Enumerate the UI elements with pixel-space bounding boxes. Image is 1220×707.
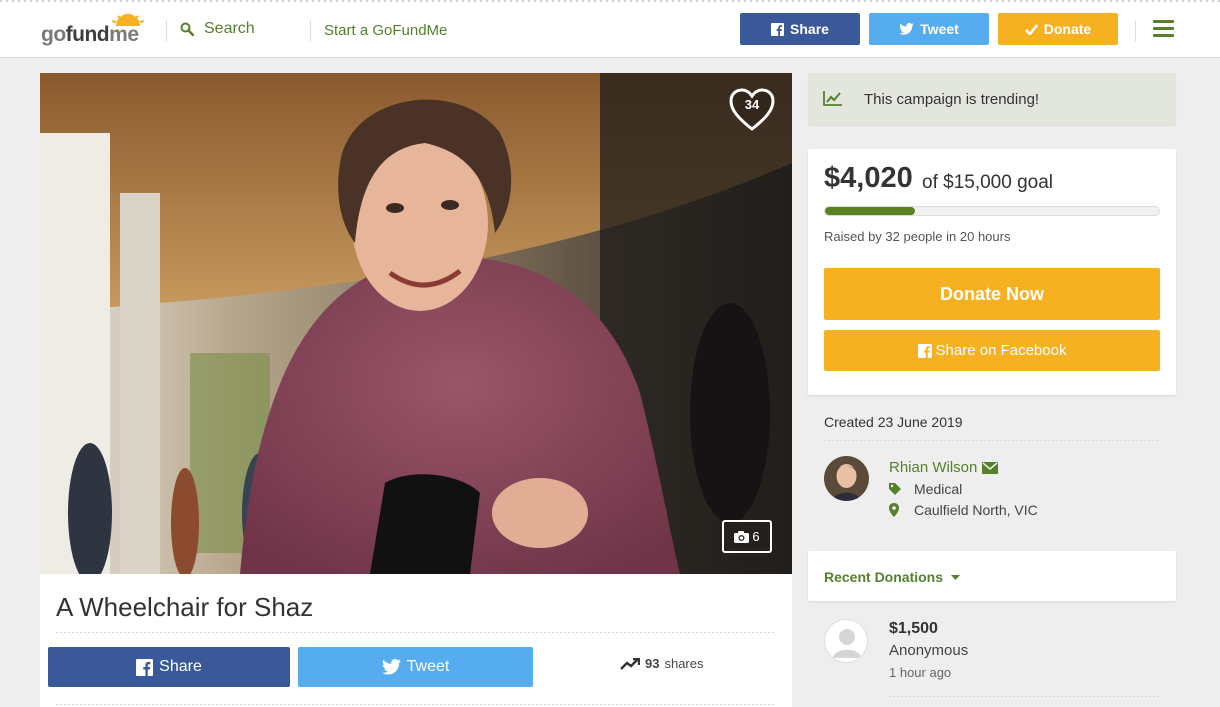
organizer-name: Rhian Wilson — [889, 459, 978, 476]
organizer-avatar[interactable] — [824, 456, 869, 501]
donation-amount: $1,500 — [889, 620, 938, 637]
recent-donations-toggle[interactable]: Recent Donations — [824, 569, 961, 585]
camera-icon — [734, 530, 750, 543]
share-count-number: 93 — [645, 656, 660, 671]
check-icon — [1024, 23, 1038, 35]
tag-icon — [889, 483, 914, 495]
facebook-icon — [771, 22, 785, 36]
progress-bar — [824, 206, 1160, 216]
twitter-icon — [381, 659, 401, 675]
campaign-title: A Wheelchair for Shaz — [56, 592, 314, 622]
donor-name: Anonymous — [889, 642, 969, 659]
created-date: Created 23 June 2019 — [824, 414, 963, 430]
progress-bar-fill — [825, 207, 915, 215]
amount-raised: $4,020 — [824, 162, 913, 194]
top-header: gofundme Search Start a GoFundMe Share T… — [0, 0, 1220, 58]
recent-donations-label: Recent Donations — [824, 569, 944, 585]
header-divider — [1135, 20, 1136, 42]
share-count: 93 shares — [620, 656, 704, 671]
recent-donations-header[interactable]: Recent Donations — [808, 551, 1176, 601]
divider — [56, 704, 776, 705]
share-on-facebook-button[interactable]: Share on Facebook — [824, 330, 1160, 371]
chart-line-icon — [823, 91, 842, 106]
search-icon — [180, 22, 194, 36]
photo-gallery-button[interactable]: 6 — [722, 520, 772, 553]
search-link[interactable]: Search — [180, 20, 255, 38]
category-label[interactable]: Medical — [914, 481, 962, 497]
organizer-photo — [824, 456, 869, 501]
donation-time: 1 hour ago — [889, 665, 952, 680]
map-marker-icon — [889, 503, 914, 517]
donor-avatar — [824, 619, 868, 663]
campaign-title-panel: A Wheelchair for Shaz Share Tweet 93 sha… — [40, 574, 792, 707]
trending-text: This campaign is trending! — [864, 91, 1040, 108]
raised-by-text: Raised by 32 people in 20 hours — [824, 229, 1011, 244]
campaign-share-label: Share — [159, 658, 202, 675]
header-share-label: Share — [790, 21, 829, 37]
header-donate-label: Donate — [1043, 21, 1092, 37]
share-on-facebook-label: Share on Facebook — [935, 342, 1067, 359]
trending-banner: This campaign is trending! — [808, 73, 1176, 125]
hamburger-menu-icon[interactable] — [1153, 20, 1174, 37]
campaign-info: Created 23 June 2019 Rhian Wilson Medica… — [808, 395, 1176, 535]
caret-down-icon — [951, 574, 961, 580]
campaign-share-button[interactable]: Share — [48, 647, 290, 687]
header-divider — [166, 20, 167, 42]
divider — [824, 440, 1160, 441]
donation-goal-card: $4,020 of $15,000 goal Raised by 32 peop… — [808, 149, 1176, 395]
donation-item: $1,500 Anonymous 1 hour ago — [808, 601, 1176, 707]
location-row: Caulfield North, VIC — [889, 502, 1038, 518]
twitter-icon — [899, 23, 914, 35]
user-silhouette-icon — [833, 629, 861, 658]
start-gofundme-link[interactable]: Start a GoFundMe — [324, 22, 447, 39]
campaign-photo-image — [40, 73, 792, 574]
envelope-icon[interactable] — [982, 461, 999, 474]
header-share-button[interactable]: Share — [740, 13, 860, 45]
share-count-label: shares — [664, 656, 704, 671]
divider — [56, 632, 776, 633]
category-row: Medical — [889, 481, 962, 497]
trending-arrow-icon — [620, 657, 640, 670]
location-label: Caulfield North, VIC — [914, 502, 1038, 518]
header-tweet-label: Tweet — [920, 21, 959, 37]
header-tweet-button[interactable]: Tweet — [869, 13, 989, 45]
header-donate-button[interactable]: Donate — [998, 13, 1118, 45]
facebook-icon — [136, 658, 154, 676]
donate-now-button[interactable]: Donate Now — [824, 268, 1160, 320]
divider — [889, 696, 1160, 697]
photo-count: 6 — [752, 529, 760, 544]
heart-count: 34 — [744, 97, 760, 112]
header-divider — [310, 20, 311, 42]
campaign-photo[interactable] — [40, 73, 792, 574]
search-label: Search — [204, 20, 255, 37]
gofundme-logo[interactable]: gofundme — [41, 14, 151, 46]
facebook-icon — [917, 343, 932, 358]
campaign-tweet-button[interactable]: Tweet — [298, 647, 533, 687]
logo-text: gofundme — [41, 23, 139, 46]
goal-amount: of $15,000 goal — [922, 172, 1054, 193]
campaign-tweet-label: Tweet — [406, 658, 450, 675]
organizer-name-link[interactable]: Rhian Wilson — [889, 459, 999, 476]
